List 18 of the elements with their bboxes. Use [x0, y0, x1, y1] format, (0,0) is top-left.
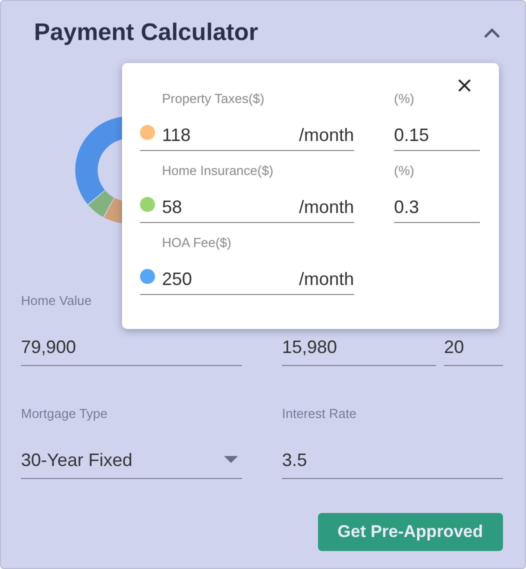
field-label: Home Value: [21, 293, 92, 310]
fee-label: Home Insurance($): [161, 163, 274, 180]
fee-label: HOA Fee($): [161, 235, 232, 252]
fee-percent-field[interactable]: 0.15: [394, 121, 480, 151]
fee-amount-field[interactable]: 118 /month: [140, 121, 354, 151]
mortgage-type-select[interactable]: 30-Year Fixed: [21, 442, 242, 479]
fee-amount-field[interactable]: 58 /month: [140, 193, 354, 223]
field-label: Interest Rate: [282, 406, 356, 423]
fee-percent-field[interactable]: 0.3: [394, 193, 480, 223]
card-title: Payment Calculator: [34, 19, 258, 47]
interest-rate-field[interactable]: 3.5: [282, 442, 503, 479]
percent-label: (%): [394, 91, 416, 108]
close-icon[interactable]: [456, 77, 473, 94]
fee-amount-field[interactable]: 250 /month: [140, 265, 354, 295]
field-label: Mortgage Type: [21, 406, 108, 423]
percent-label: (%): [394, 163, 416, 180]
dropdown-arrow-icon: [224, 456, 238, 464]
fee-label: Property Taxes($): [161, 91, 266, 108]
